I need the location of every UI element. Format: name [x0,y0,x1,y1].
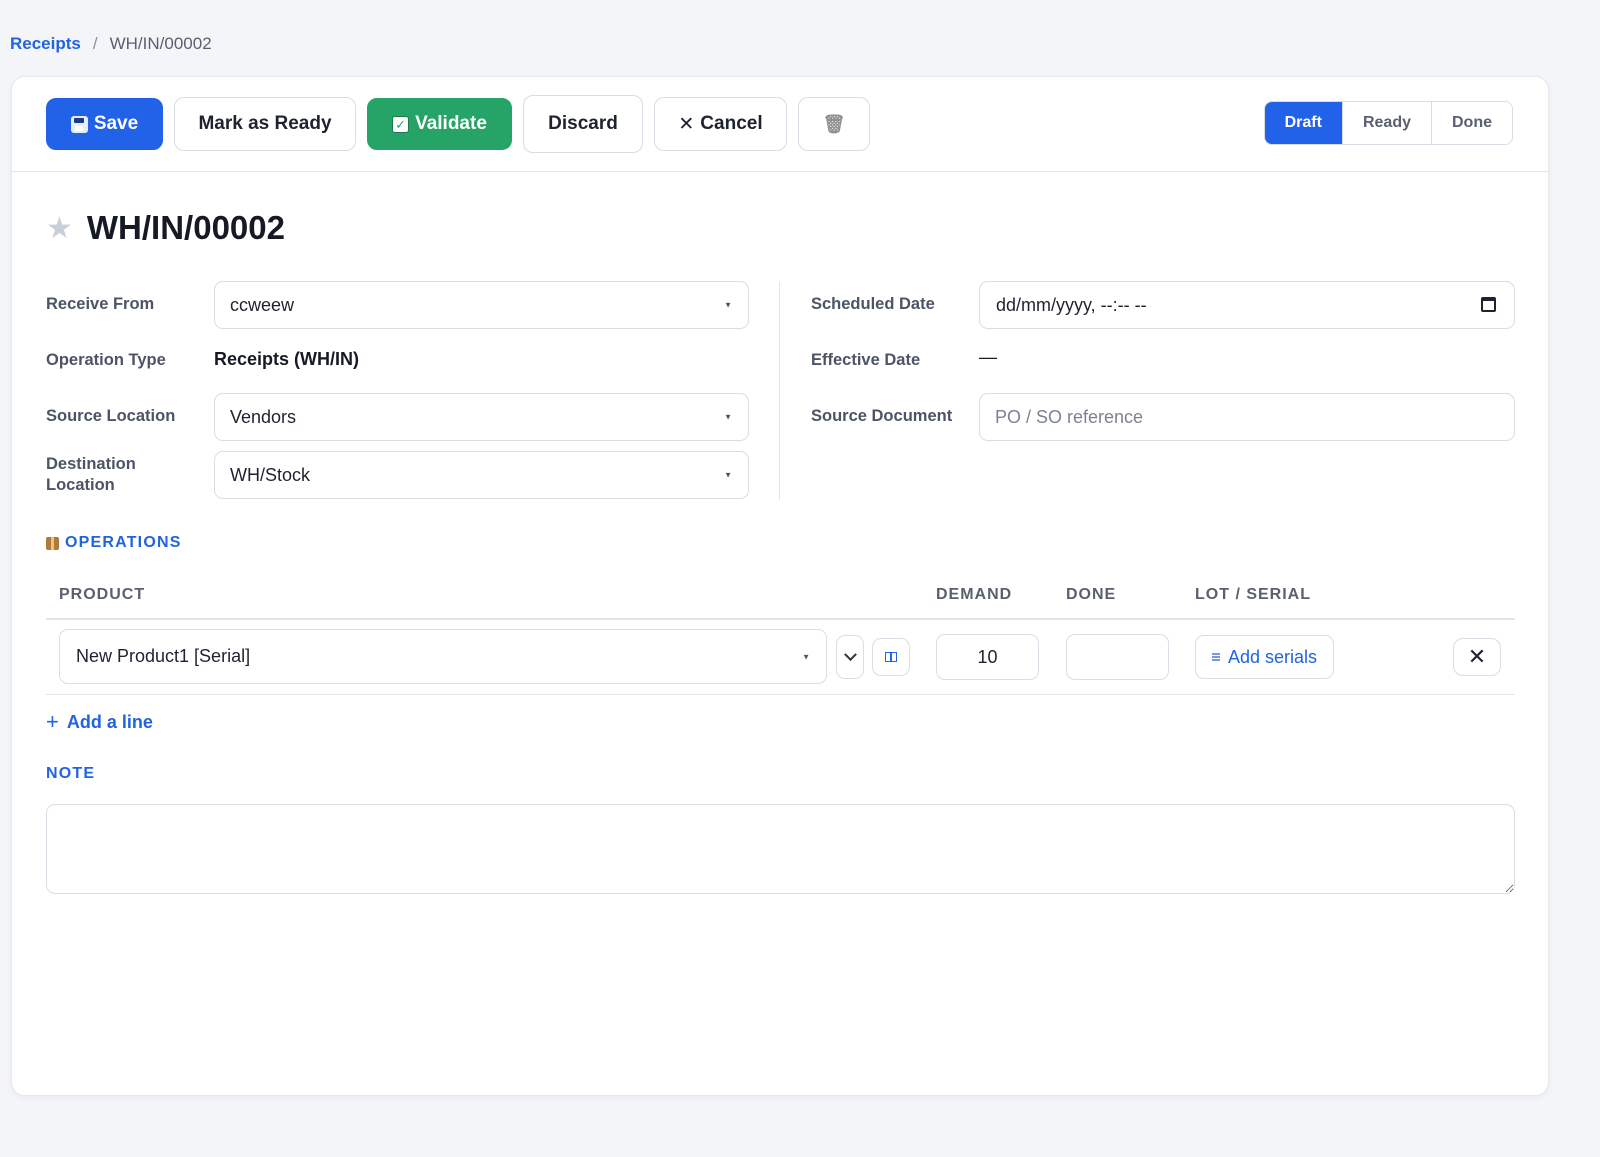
product-dropdown-button[interactable] [836,635,864,679]
add-serials-button[interactable]: Add serials [1195,635,1335,679]
remove-line-button[interactable]: ✕ [1453,638,1501,676]
save-button[interactable]: Save [46,98,163,150]
table-header-divider [46,618,1515,620]
status-bar: Draft Ready Done [1263,101,1513,145]
breadcrumb-current: WH/IN/00002 [109,34,212,53]
list-icon [1212,653,1220,661]
receive-from-value: ccweew [230,294,295,315]
effective-date-label: Effective Date [811,351,921,369]
destination-location-value: WH/Stock [230,464,311,485]
note-title-text: NOTE [46,765,96,782]
validate-button-label: Validate [415,113,487,134]
caret-down-icon: ▼ [802,652,810,661]
source-location-label: Source Location [46,407,176,425]
caret-down-icon: ▼ [724,300,732,310]
operation-type-value: Receipts (WH/IN) [214,349,360,369]
demand-input[interactable] [936,634,1039,680]
add-serials-label: Add serials [1228,646,1318,667]
columns-icon [885,652,897,662]
status-ready[interactable]: Ready [1341,102,1431,144]
scheduled-date-input[interactable]: dd/mm/yyyy, --:-- -- [979,281,1515,329]
delete-button[interactable]: 🗑 [798,97,870,151]
destination-location-label-line2: Location [46,476,115,494]
add-line-label: Add a line [66,711,153,732]
product-details-button[interactable] [872,638,910,676]
product-select[interactable]: New Product1 [Serial] ▼ [59,629,827,684]
product-value: New Product1 [Serial] [76,646,251,666]
note-textarea[interactable] [46,804,1515,894]
source-document-label: Source Document [811,407,953,425]
note-section-title: NOTE [46,765,95,783]
column-header-done: DONE [1066,586,1117,603]
save-button-label: Save [93,113,139,134]
table-row-divider [46,694,1515,695]
destination-location-label-line1: Destination [46,455,136,473]
cancel-button[interactable]: ✕ Cancel [654,97,787,151]
done-input[interactable] [1066,634,1169,680]
column-divider [779,282,780,500]
toolbar: Save Mark as Ready ✓ Validate Discard ✕ … [12,77,1548,172]
discard-button[interactable]: Discard [523,95,643,153]
title-row: ★ WH/IN/00002 [46,209,285,247]
breadcrumb-receipts-link[interactable]: Receipts [10,34,81,54]
chevron-down-icon [843,647,857,661]
receive-from-label: Receive From [46,295,155,313]
breadcrumb-separator: / [92,34,98,53]
scheduled-date-value: dd/mm/yyyy, --:-- -- [996,294,1147,315]
validate-button[interactable]: ✓ Validate [367,98,512,150]
destination-location-label: Destination Location [46,454,136,496]
column-header-demand: DEMAND [936,586,1013,603]
source-document-input[interactable] [979,393,1515,441]
operations-title-text: OPERATIONS [65,534,182,551]
star-icon[interactable]: ★ [46,211,73,246]
trash-icon: 🗑 [822,113,846,134]
form-card: Save Mark as Ready ✓ Validate Discard ✕ … [11,76,1549,1096]
cancel-button-label: Cancel [700,113,763,134]
package-icon [46,536,59,550]
status-done[interactable]: Done [1431,102,1512,144]
status-draft[interactable]: Draft [1264,102,1342,144]
plus-icon: + [46,709,59,734]
column-header-product: PRODUCT [59,586,146,603]
add-line-button[interactable]: + Add a line [46,709,153,735]
source-location-select[interactable]: Vendors ▼ [214,393,749,441]
operation-type-label: Operation Type [46,351,166,369]
operations-section-title: OPERATIONS [46,534,182,552]
destination-location-select[interactable]: WH/Stock ▼ [214,451,749,499]
scheduled-date-label: Scheduled Date [811,295,935,313]
caret-down-icon: ▼ [724,412,732,422]
caret-down-icon: ▼ [724,470,732,480]
discard-button-label: Discard [548,113,618,134]
floppy-disk-icon [70,115,88,133]
page-title: WH/IN/00002 [86,209,285,246]
calendar-icon[interactable] [1481,297,1496,312]
check-icon: ✓ [392,115,410,133]
close-icon: ✕ [1467,644,1487,669]
close-icon: ✕ [678,113,695,135]
receive-from-select[interactable]: ccweew ▼ [214,281,749,329]
mark-as-ready-button[interactable]: Mark as Ready [174,97,356,151]
breadcrumb: Receipts / WH/IN/00002 [10,34,212,54]
mark-as-ready-label: Mark as Ready [198,113,332,134]
effective-date-value: — [979,347,997,367]
column-header-lot-serial: LOT / SERIAL [1195,586,1311,603]
source-location-value: Vendors [230,406,297,427]
